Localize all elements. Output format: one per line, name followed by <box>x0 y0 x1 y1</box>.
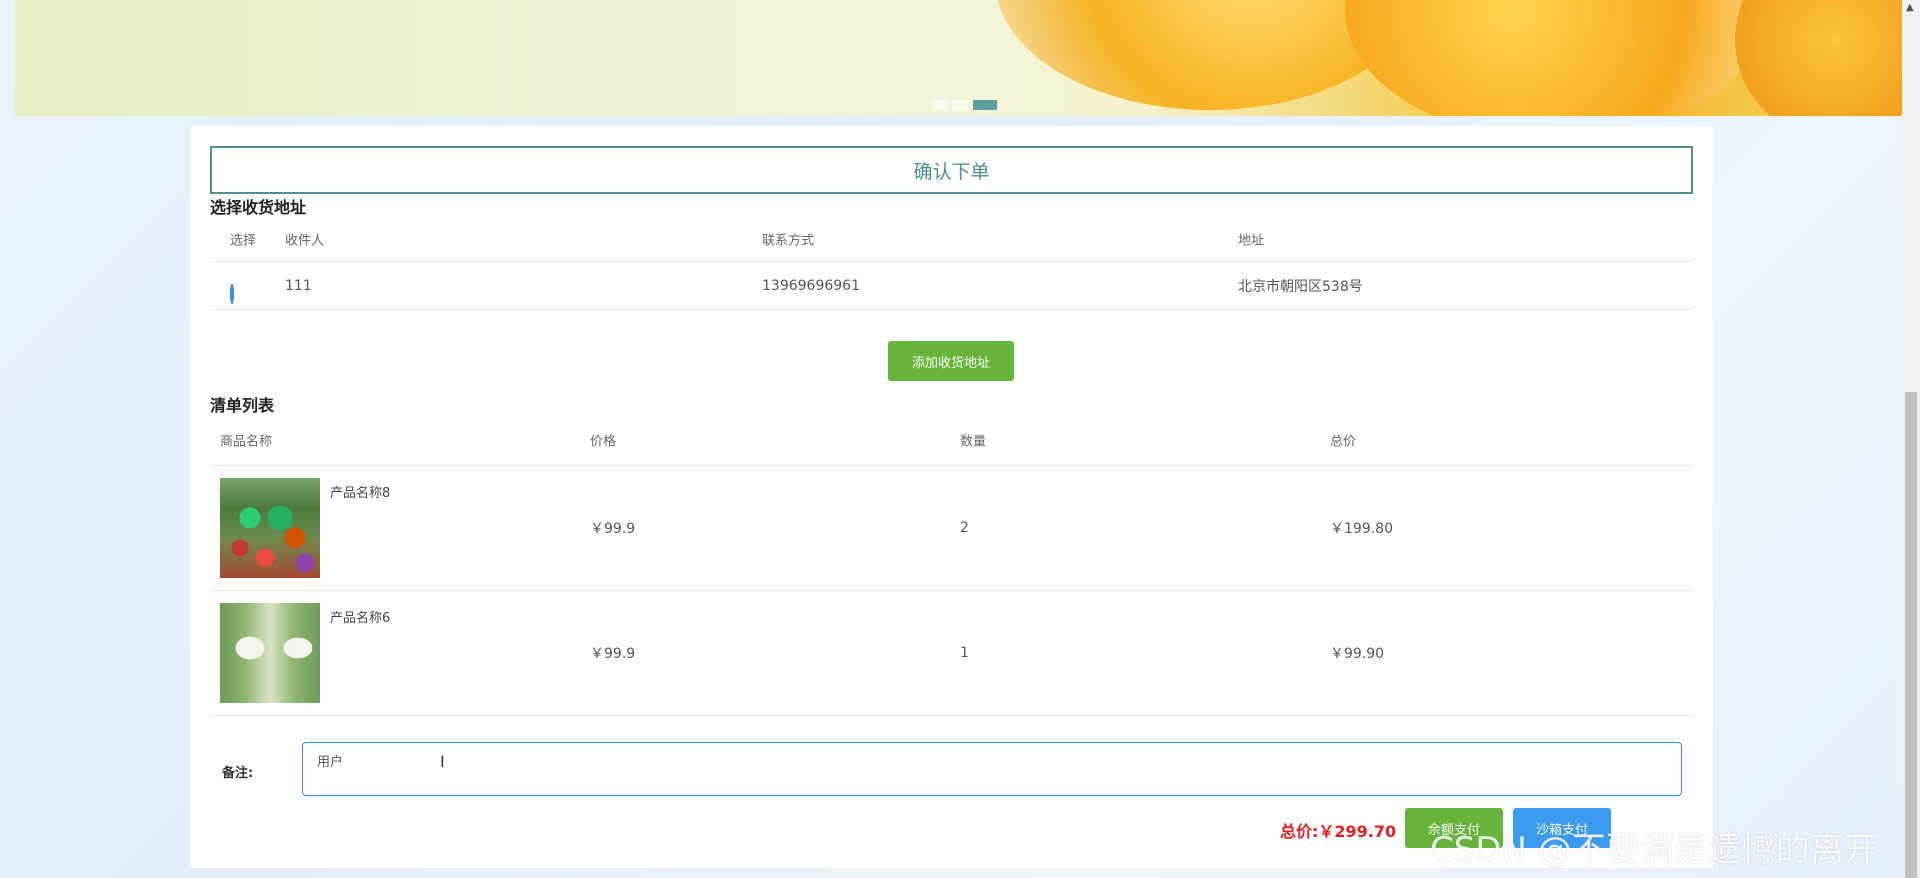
product-quantity: 1 <box>960 645 969 661</box>
text-cursor-icon: I <box>440 752 445 771</box>
product-total: ￥199.80 <box>1330 521 1393 537</box>
page-title: 确认下单 <box>210 146 1693 194</box>
product-price: ￥99.9 <box>590 646 636 662</box>
lemon-image <box>1345 0 1765 116</box>
column-header: 地址 <box>1238 233 1265 248</box>
recipient-address: 北京市朝阳区538号 <box>1238 278 1363 295</box>
column-header: 总价 <box>1330 434 1357 449</box>
column-header: 收件人 <box>285 233 325 248</box>
column-header: 数量 <box>960 434 987 449</box>
order-item-row: 产品名称8 ￥99.9 2 ￥199.80 <box>210 466 1693 591</box>
rice-bag-image[interactable] <box>220 603 320 703</box>
lemon-image <box>1735 0 1902 116</box>
order-total: 总价:￥299.70 <box>1280 818 1396 842</box>
carousel-dot-active[interactable] <box>973 100 997 110</box>
product-total: ￥99.90 <box>1330 646 1385 662</box>
order-card: 确认下单 选择收货地址 选择 收件人 联系方式 地址 111 139696969… <box>190 126 1713 868</box>
carousel-dot[interactable] <box>953 100 967 110</box>
scrollbar-thumb[interactable] <box>1905 392 1917 878</box>
scroll-up-icon[interactable]: ▲ <box>1906 2 1914 13</box>
vegetables-image[interactable] <box>220 478 320 578</box>
order-list-table: 商品名称 价格 数量 总价 产品名称8 ￥99.9 2 ￥199.80 产品名称… <box>210 414 1693 716</box>
product-name[interactable]: 产品名称6 <box>330 607 390 626</box>
address-table-header: 选择 收件人 联系方式 地址 <box>210 216 1693 262</box>
order-item-row: 产品名称6 ￥99.9 1 ￥99.90 <box>210 591 1693 716</box>
product-price: ￥99.9 <box>590 521 636 537</box>
watermark-text: CSDN @不要满是遗憾的离开 <box>1430 830 1878 870</box>
column-header: 联系方式 <box>762 233 815 248</box>
recipient-name: 111 <box>285 277 312 294</box>
list-table-header: 商品名称 价格 数量 总价 <box>210 414 1693 466</box>
address-row[interactable]: 111 13969696961 北京市朝阳区538号 <box>210 262 1693 310</box>
add-address-button[interactable]: 添加收货地址 <box>888 341 1014 381</box>
remark-label: 备注: <box>222 766 254 781</box>
column-header: 价格 <box>590 434 617 449</box>
hero-banner <box>15 0 1902 116</box>
total-label: 总价: <box>1280 822 1319 841</box>
product-name[interactable]: 产品名称8 <box>330 482 390 501</box>
address-table: 选择 收件人 联系方式 地址 111 13969696961 北京市朝阳区538… <box>210 216 1693 310</box>
remark-textarea[interactable]: 用户 <box>302 742 1682 796</box>
address-section-title: 选择收货地址 <box>210 198 307 217</box>
recipient-phone: 13969696961 <box>762 277 860 294</box>
total-value: ￥299.70 <box>1318 822 1397 841</box>
carousel-indicators <box>933 100 997 110</box>
page-scrollbar[interactable]: ▲ <box>1902 0 1920 878</box>
carousel-dot[interactable] <box>933 100 947 110</box>
list-section-title: 清单列表 <box>210 396 275 415</box>
address-radio[interactable] <box>230 283 234 304</box>
column-header: 选择 <box>230 233 257 248</box>
column-header: 商品名称 <box>220 434 273 449</box>
product-quantity: 2 <box>960 520 969 536</box>
